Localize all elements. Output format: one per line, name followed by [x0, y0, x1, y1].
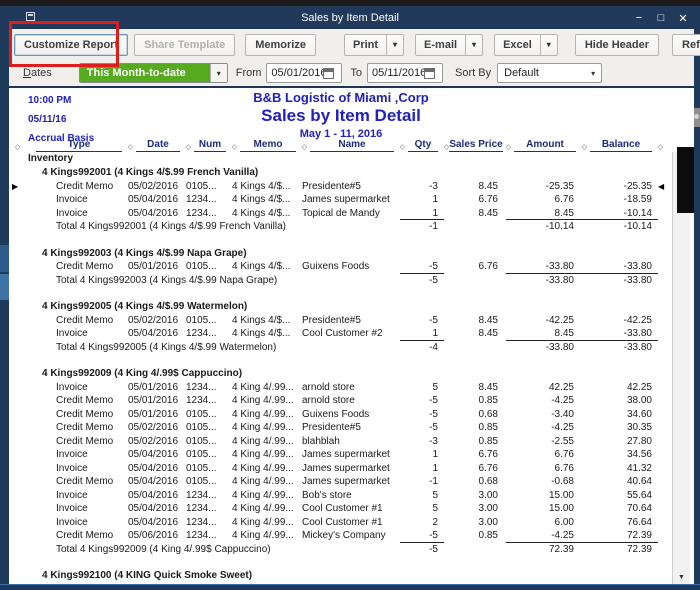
hide-header-button[interactable]: Hide Header: [575, 34, 659, 56]
table-row[interactable]: Credit Memo05/02/20160105...4 Kings 4/$.…: [10, 314, 672, 328]
dates-dropdown-arrow-icon[interactable]: ▾: [210, 64, 227, 82]
column-header-balance[interactable]: Balance◇: [583, 138, 659, 152]
from-date-field: [266, 63, 342, 83]
table-row[interactable]: Invoice05/04/20161234...4 King 4/.99...C…: [10, 502, 672, 516]
window-restore-icon[interactable]: [26, 12, 35, 21]
item-group-header: 4 Kings992005 (4 Kings 4/$.99 Watermelon…: [10, 300, 672, 314]
background-window-edge: [0, 274, 9, 300]
from-date-input[interactable]: [267, 67, 323, 79]
column-header-qty[interactable]: Qty◇: [401, 138, 445, 152]
excel-button[interactable]: Excel ▾: [494, 34, 558, 56]
window-titlebar: Sales by Item Detail − □ ✕: [0, 6, 700, 29]
table-row[interactable]: Invoice05/04/20160105...4 King 4/.99...J…: [10, 462, 672, 476]
to-label: To: [350, 67, 362, 79]
item-group-header: 4 Kings992001 (4 Kings 4/$.99 French Van…: [10, 166, 672, 180]
column-header-num[interactable]: Num◇: [187, 138, 233, 152]
vertical-scrollbar[interactable]: ▲ ▼: [672, 152, 690, 584]
share-template-button: Share Template: [134, 34, 235, 56]
total-row: Total 4 Kings992009 (4 King 4/.99$ Cappu…: [10, 543, 672, 557]
from-calendar-icon[interactable]: [323, 68, 334, 79]
excel-button-label: Excel: [495, 39, 540, 51]
sort-dropdown-arrow-icon: ▾: [585, 69, 601, 78]
item-group-header: 4 Kings992009 (4 King 4/.99$ Cappuccino): [10, 367, 672, 381]
section-gap: [10, 287, 672, 300]
email-button-label: E-mail: [416, 39, 465, 51]
column-separator-diamond-icon: ◇: [658, 143, 663, 151]
report-window-panel: Customize Report Share Template Memorize…: [9, 29, 694, 584]
to-calendar-icon[interactable]: [424, 68, 435, 79]
section-gap: [10, 556, 672, 569]
report-content-area: 10:00 PM 05/11/16 Accrual Basis B&B Logi…: [9, 88, 694, 584]
company-name: B&B Logistic of Miami ,Corp: [10, 88, 672, 105]
side-tab: [693, 108, 700, 127]
table-row[interactable]: Credit Memo05/01/20160105...4 Kings 4/$.…: [10, 260, 672, 274]
email-button[interactable]: E-mail ▾: [415, 34, 483, 56]
table-row[interactable]: Invoice05/04/20161234...4 Kings 4/$...Co…: [10, 327, 672, 341]
sort-by-value: Default: [498, 67, 539, 79]
window-title: Sales by Item Detail: [0, 12, 700, 24]
dates-range-value: This Month-to-date: [80, 64, 210, 82]
column-header-memo[interactable]: Memo◇: [233, 138, 303, 152]
column-header-amount[interactable]: Amount◇: [507, 138, 583, 152]
selected-row-marker-icon: ▶: [10, 180, 28, 194]
column-header-name[interactable]: Name◇: [303, 138, 401, 152]
sort-by-label: Sort By: [455, 67, 491, 79]
table-row[interactable]: Credit Memo05/02/20160105...4 King 4/.99…: [10, 435, 672, 449]
column-header-row: ◇ Type◇Date◇Num◇Memo◇Name◇Qty◇Sales Price…: [11, 138, 673, 152]
print-button-label: Print: [345, 39, 386, 51]
table-row[interactable]: Credit Memo05/01/20160105...4 King 4/.99…: [10, 408, 672, 422]
dates-range-dropdown[interactable]: This Month-to-date ▾: [79, 63, 228, 83]
table-row[interactable]: Credit Memo05/06/20161234...4 King 4/.99…: [10, 529, 672, 543]
background-window-edge: [0, 245, 9, 272]
table-row[interactable]: ▶Credit Memo05/02/20160105...4 Kings 4/$…: [10, 180, 672, 194]
window-bottom-border: [0, 584, 700, 590]
total-row: Total 4 Kings992003 (4 Kings 4/$.99 Napa…: [10, 274, 672, 288]
report-filterbar: Dates This Month-to-date ▾ From To Sort …: [9, 60, 694, 86]
table-row[interactable]: Invoice05/04/20161234...4 Kings 4/$...To…: [10, 207, 672, 221]
item-group-header: 4 Kings992100 (4 KING Quick Smoke Sweet): [10, 569, 672, 583]
print-button[interactable]: Print ▾: [344, 34, 404, 56]
sort-by-dropdown[interactable]: Default ▾: [497, 63, 602, 83]
memorize-button[interactable]: Memorize: [245, 34, 316, 56]
total-row: Total 4 Kings992001 (4 Kings 4/$.99 Fren…: [10, 220, 672, 234]
column-header-sales-price[interactable]: Sales Price◇: [445, 138, 507, 152]
column-header-date[interactable]: Date◇: [129, 138, 187, 152]
table-row[interactable]: Credit Memo05/02/20160105...4 King 4/.99…: [10, 421, 672, 435]
print-dropdown-arrow-icon[interactable]: ▾: [386, 35, 403, 55]
category-header: Inventory: [10, 152, 672, 166]
excel-dropdown-arrow-icon[interactable]: ▾: [540, 35, 557, 55]
total-row: Total 4 Kings992005 (4 Kings 4/$.99 Wate…: [10, 341, 672, 355]
report-sections: 4 Kings992001 (4 Kings 4/$.99 French Van…: [10, 166, 672, 583]
report-title: Sales by Item Detail: [10, 105, 672, 126]
section-gap: [10, 234, 672, 247]
table-row[interactable]: Invoice05/04/20160105...4 King 4/.99...J…: [10, 448, 672, 462]
report-rows: Inventory 4 Kings992001 (4 Kings 4/$.99 …: [10, 152, 672, 583]
window-left-border: [0, 29, 9, 590]
report-toolbar: Customize Report Share Template Memorize…: [9, 29, 694, 60]
dates-label: Dates: [23, 67, 52, 79]
refresh-button[interactable]: Refresh: [672, 34, 700, 56]
customize-report-button[interactable]: Customize Report: [14, 34, 128, 56]
email-dropdown-arrow-icon[interactable]: ▾: [465, 35, 482, 55]
to-date-input[interactable]: [368, 67, 424, 79]
table-row[interactable]: Invoice05/04/20161234...4 King 4/.99...C…: [10, 516, 672, 530]
from-label: From: [236, 67, 262, 79]
to-date-field: [367, 63, 443, 83]
column-separator-diamond-icon: ◇: [15, 143, 20, 151]
black-panel: [677, 147, 694, 213]
table-row[interactable]: Invoice05/01/20161234...4 King 4/.99...a…: [10, 381, 672, 395]
table-row[interactable]: Credit Memo05/01/20161234...4 King 4/.99…: [10, 394, 672, 408]
table-row[interactable]: Credit Memo05/04/20160105...4 King 4/.99…: [10, 475, 672, 489]
minimize-button[interactable]: −: [632, 12, 646, 25]
table-row[interactable]: Invoice05/04/20161234...4 King 4/.99...B…: [10, 489, 672, 503]
column-header-type[interactable]: Type◇: [29, 138, 129, 152]
section-gap: [10, 354, 672, 367]
scroll-down-arrow-icon[interactable]: ▼: [673, 570, 690, 584]
maximize-button[interactable]: □: [654, 12, 668, 25]
selected-row-marker-icon: ◀: [658, 180, 672, 194]
item-group-header: 4 Kings992003 (4 Kings 4/$.99 Napa Grape…: [10, 247, 672, 261]
close-button[interactable]: ✕: [676, 12, 690, 25]
table-row[interactable]: Invoice05/04/20161234...4 Kings 4/$...Ja…: [10, 193, 672, 207]
